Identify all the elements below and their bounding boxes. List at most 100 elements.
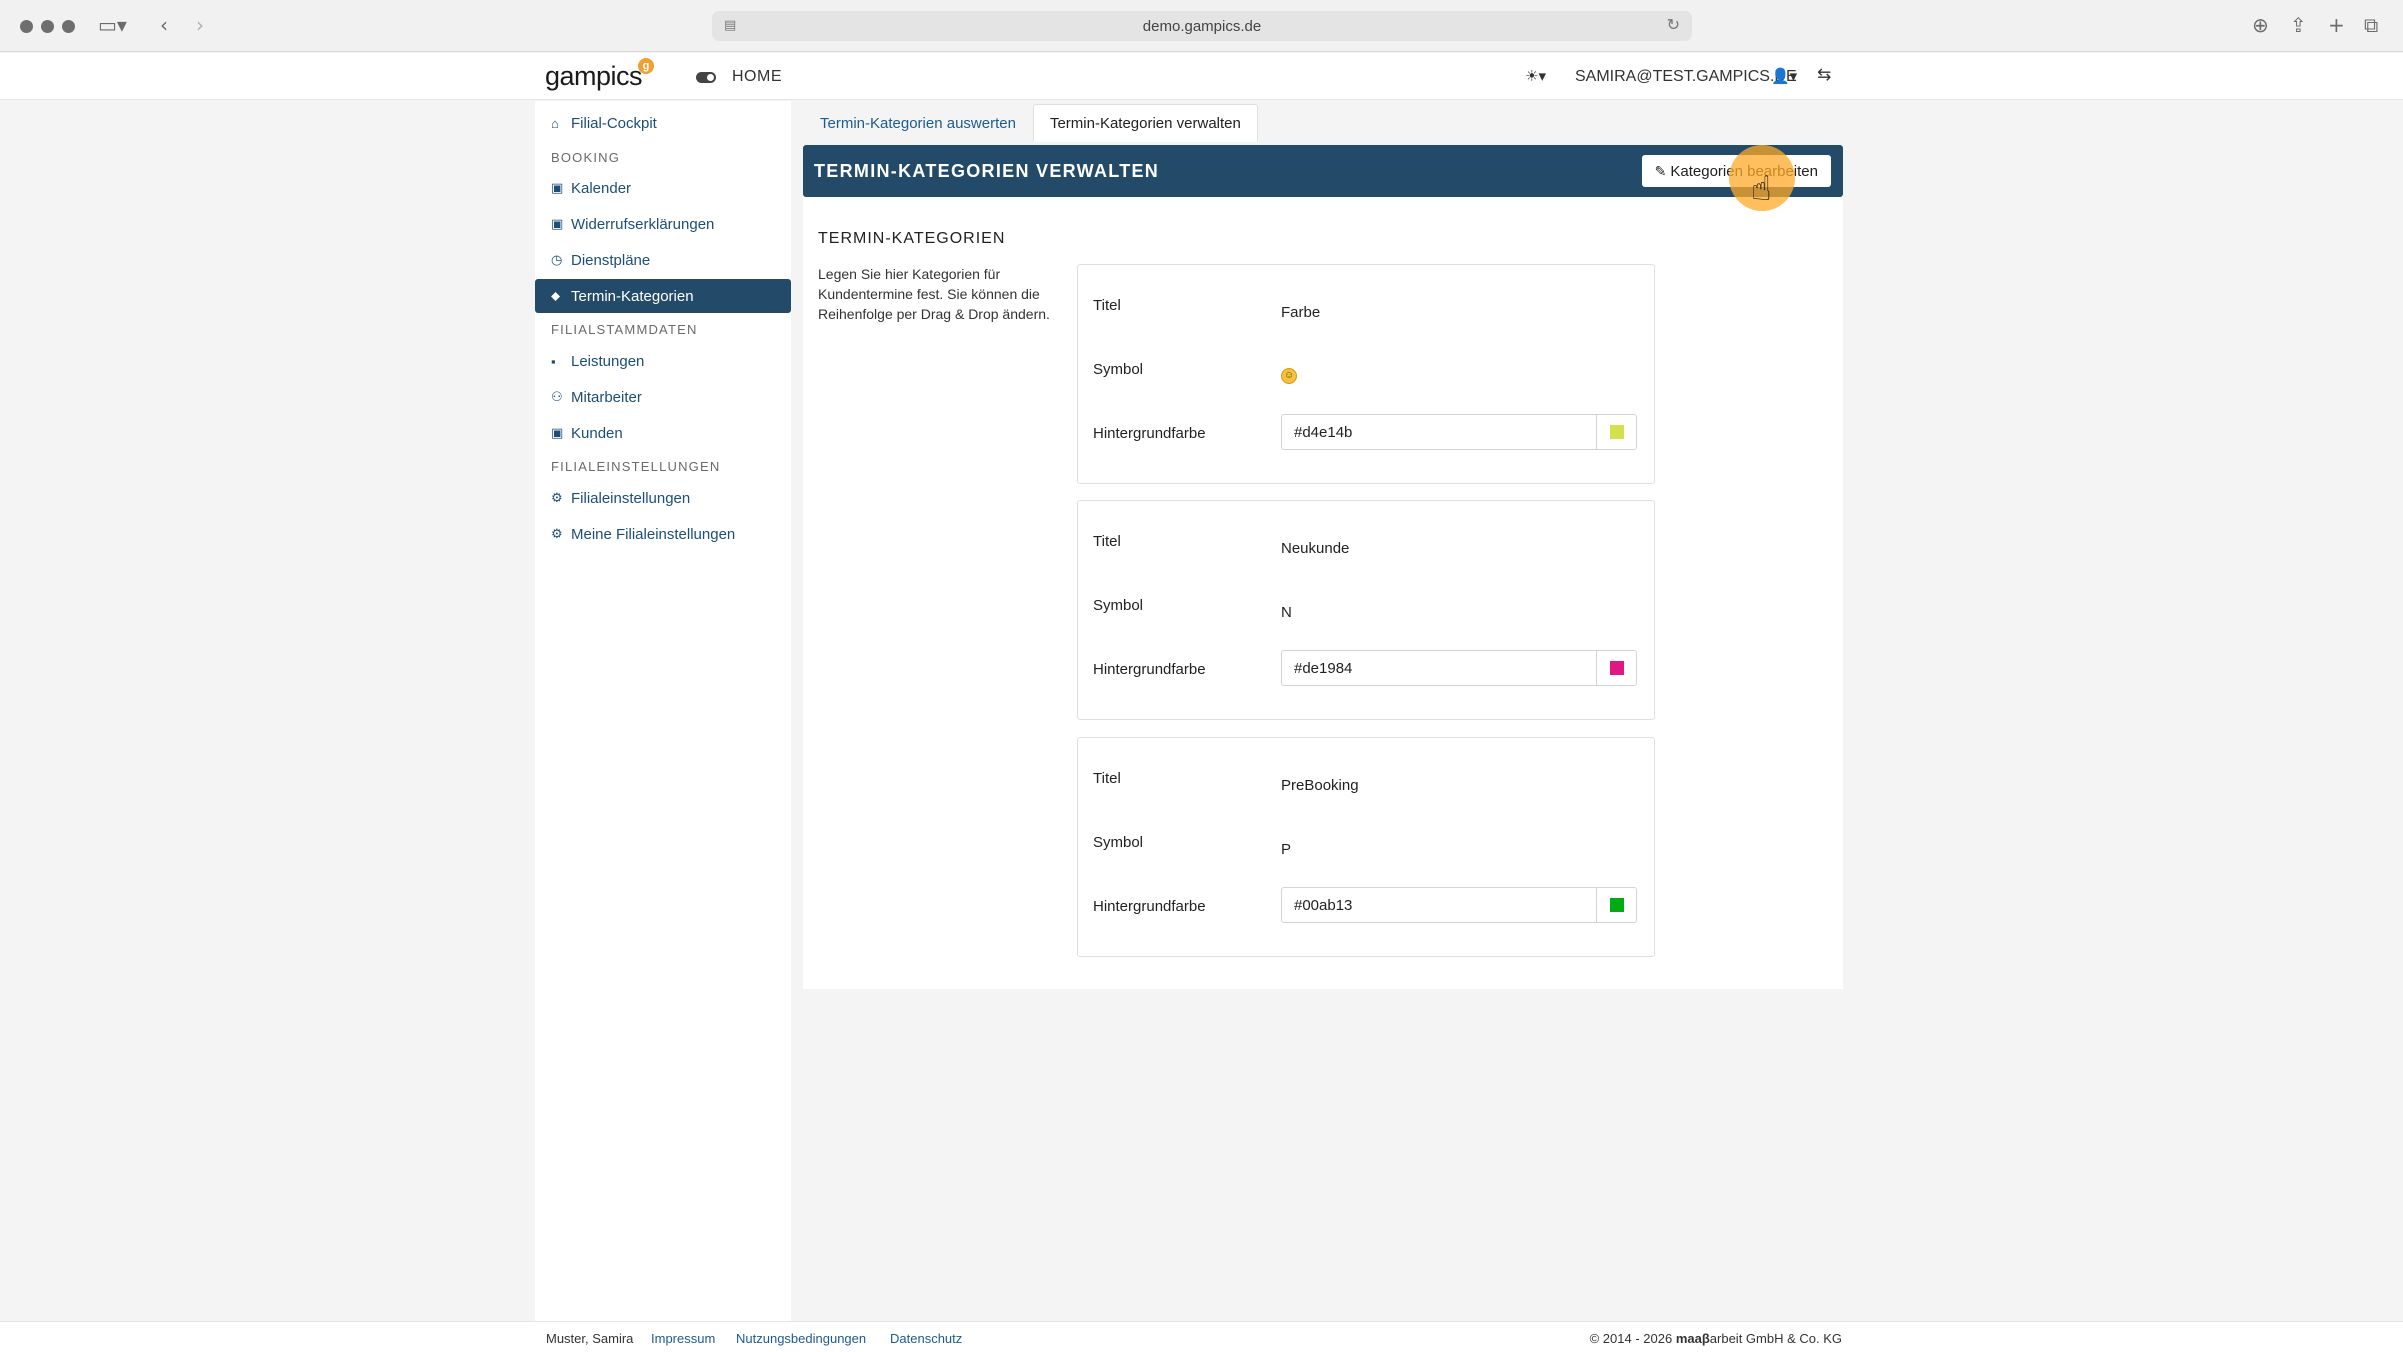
url-text: demo.gampics.de	[1142, 18, 1262, 35]
address-bar[interactable]: ▤ demo.gampics.de ↻	[712, 11, 1692, 41]
category-card[interactable]: Titel Neukunde Symbol N Hintergrundfarbe…	[1077, 500, 1655, 720]
color-value: #d4e14b	[1294, 424, 1353, 441]
app-header: gampics g HOME ☀▾ SAMIRA@TEST.GAMPICS.DE…	[0, 53, 2403, 100]
category-symbol: P	[1281, 841, 1292, 858]
theme-switch-button[interactable]: ☀▾	[1525, 67, 1546, 85]
reload-icon[interactable]: ↻	[1667, 15, 1680, 35]
pencil-icon: ✎	[1654, 162, 1667, 179]
sidebar-item-dienstplaene[interactable]: ◷ Dienstpläne	[535, 243, 791, 277]
tags-icon: ⬥	[551, 288, 561, 303]
back-icon[interactable]: ‹	[160, 13, 168, 37]
category-card[interactable]: Titel Farbe Symbol ☺ Hintergrundfarbe #d…	[1077, 264, 1655, 484]
share-icon[interactable]: ⇪	[2290, 13, 2307, 37]
color-value: #00ab13	[1294, 897, 1353, 914]
sidebar-item-filialeinstellungen[interactable]: ⚙ Filialeinstellungen	[535, 481, 791, 515]
sidebar-item-label: Termin-Kategorien	[571, 287, 694, 305]
color-picker-button[interactable]	[1596, 415, 1636, 449]
sidebar-toggle-icon[interactable]: ▭▾	[98, 13, 127, 37]
chair-icon: ▪	[551, 353, 556, 369]
copyright-brand: maaβ	[1675, 1331, 1710, 1346]
sidebar-item-widerrufserklaerungen[interactable]: ▣ Widerrufserklärungen	[535, 207, 791, 241]
category-title: Neukunde	[1281, 540, 1350, 557]
new-tab-icon[interactable]: +	[2328, 13, 2345, 37]
logo[interactable]: gampics	[545, 61, 643, 92]
symbol-label: Symbol	[1093, 597, 1144, 614]
zoom-window-button[interactable]	[62, 20, 75, 33]
background-color-label: Hintergrundfarbe	[1093, 425, 1206, 442]
hand-cursor-icon: ☝	[1751, 169, 1772, 209]
sidebar-item-label: Kunden	[571, 424, 623, 442]
panel-title: TERMIN-KATEGORIEN VERWALTEN	[814, 161, 1160, 181]
sidebar-item-label: Dienstpläne	[571, 251, 651, 269]
home-link[interactable]: HOME	[732, 68, 782, 86]
sidebar-item-label: Meine Filialeinstellungen	[571, 525, 736, 543]
home-icon: ⌂	[551, 115, 559, 131]
sidebar-item-kunden[interactable]: ▣ Kunden	[535, 416, 791, 450]
title-label: Titel	[1093, 297, 1121, 314]
background-color-label: Hintergrundfarbe	[1093, 898, 1206, 915]
main-panel: TERMIN-KATEGORIEN VERWALTEN ✎ Kategorien…	[803, 145, 1843, 989]
forward-icon[interactable]: ›	[196, 13, 204, 37]
panel-header: TERMIN-KATEGORIEN VERWALTEN ✎ Kategorien…	[803, 145, 1843, 197]
color-field[interactable]: #d4e14b	[1281, 414, 1637, 450]
clock-icon: ◷	[551, 252, 563, 267]
symbol-label: Symbol	[1093, 834, 1144, 851]
user-menu-icon[interactable]: 👤▾	[1771, 67, 1797, 85]
calendar-icon: ▣	[551, 180, 564, 195]
switch-branch-icon[interactable]: ⇆	[1817, 65, 1831, 85]
sidebar-section-filialeinstellungen: FILIALEINSTELLUNGEN	[551, 459, 721, 474]
sidebar-item-label: Kalender	[571, 179, 632, 197]
section-description: Legen Sie hier Kategorien für Kundenterm…	[818, 266, 1050, 322]
tab-overview-icon[interactable]: ⧉	[2364, 13, 2378, 37]
toggle-icon[interactable]	[696, 72, 716, 83]
sidebar-item-meine-filialeinstellungen[interactable]: ⚙ Meine Filialeinstellungen	[535, 517, 791, 551]
footer-user-name: Muster, Samira	[546, 1331, 634, 1346]
footer-link-impressum[interactable]: Impressum	[651, 1331, 715, 1346]
sidebar-item-mitarbeiter[interactable]: ⚇ Mitarbeiter	[535, 380, 791, 414]
color-picker-button[interactable]	[1596, 651, 1636, 685]
tab-bar: Termin-Kategorien auswerten Termin-Kateg…	[803, 104, 1258, 142]
color-picker-button[interactable]	[1596, 888, 1636, 922]
document-icon: ▣	[551, 216, 564, 231]
color-field[interactable]: #00ab13	[1281, 887, 1637, 923]
user-gear-icon: ⚙	[551, 526, 563, 541]
contact-icon: ▣	[551, 425, 564, 440]
browser-toolbar: ▭▾ ‹ › ▤ demo.gampics.de ↻ ⊕ ⇪ + ⧉	[0, 0, 2403, 52]
section-title: TERMIN-KATEGORIEN	[818, 230, 1006, 247]
footer-link-nutzungsbedingungen[interactable]: Nutzungsbedingungen	[736, 1331, 866, 1346]
tab-auswerten[interactable]: Termin-Kategorien auswerten	[803, 104, 1033, 142]
sidebar-item-termin-kategorien[interactable]: ⬥ Termin-Kategorien	[535, 279, 791, 313]
sidebar-item-label: Widerrufserklärungen	[571, 215, 715, 233]
sidebar-item-label: Mitarbeiter	[571, 388, 642, 406]
category-title: Farbe	[1281, 304, 1321, 321]
close-window-button[interactable]	[20, 20, 33, 33]
background-color-label: Hintergrundfarbe	[1093, 661, 1206, 678]
minimize-window-button[interactable]	[41, 20, 54, 33]
sidebar: ⌂ Filial-Cockpit BOOKING ▣ Kalender ▣ Wi…	[535, 101, 791, 1321]
sidebar-item-kalender[interactable]: ▣ Kalender	[535, 171, 791, 205]
footer: Muster, Samira Impressum Nutzungsbedingu…	[0, 1321, 2403, 1352]
sidebar-item-filial-cockpit[interactable]: ⌂ Filial-Cockpit	[535, 106, 791, 140]
sidebar-section-booking: BOOKING	[551, 150, 621, 165]
category-symbol: N	[1281, 604, 1292, 621]
users-icon: ⚇	[551, 389, 563, 404]
tab-verwalten[interactable]: Termin-Kategorien verwalten	[1032, 104, 1258, 142]
color-field[interactable]: #de1984	[1281, 650, 1637, 686]
sidebar-item-label: Leistungen	[571, 352, 645, 370]
smiley-icon: ☺	[1281, 368, 1297, 384]
color-swatch	[1610, 898, 1624, 912]
category-card[interactable]: Titel PreBooking Symbol P Hintergrundfar…	[1077, 737, 1655, 957]
window-controls[interactable]	[20, 20, 75, 33]
color-value: #de1984	[1294, 660, 1353, 677]
footer-link-datenschutz[interactable]: Datenschutz	[890, 1331, 962, 1346]
sidebar-section-filialstammdaten: FILIALSTAMMDATEN	[551, 322, 698, 337]
color-swatch	[1610, 661, 1624, 675]
copyright: © 2014 - 2026 maaβarbeit GmbH & Co. KG	[1589, 1331, 1842, 1346]
user-email[interactable]: SAMIRA@TEST.GAMPICS.DE	[1575, 68, 1797, 86]
sidebar-item-label: Filialeinstellungen	[571, 489, 691, 507]
sidebar-item-label: Filial-Cockpit	[571, 114, 657, 132]
sidebar-item-leistungen[interactable]: ▪ Leistungen	[535, 344, 791, 378]
title-label: Titel	[1093, 770, 1121, 787]
download-icon[interactable]: ⊕	[2252, 13, 2269, 37]
color-swatch	[1610, 425, 1624, 439]
